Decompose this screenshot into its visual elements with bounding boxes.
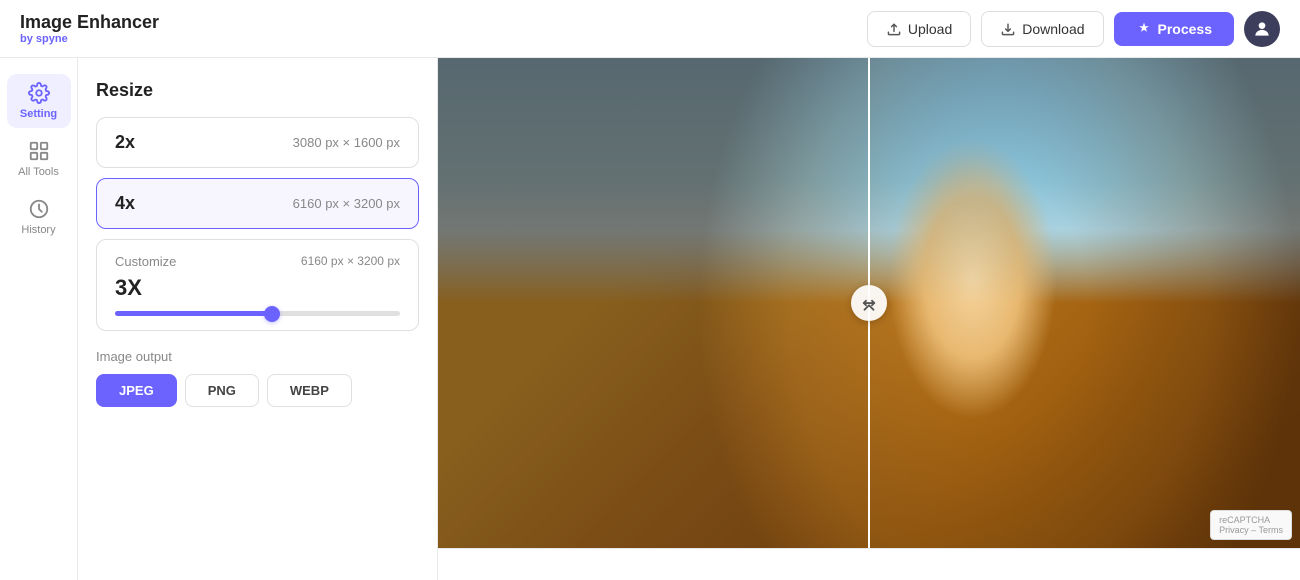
header-actions: Upload Download Process — [867, 11, 1280, 47]
avatar[interactable] — [1244, 11, 1280, 47]
slider-track[interactable] — [115, 311, 400, 316]
all-tools-icon — [28, 140, 50, 162]
format-png-button[interactable]: PNG — [185, 374, 259, 407]
image-canvas: reCAPTCHAPrivacy – Terms — [438, 58, 1300, 548]
resize-4x-label: 4x — [115, 193, 135, 214]
sidebar-all-tools-label: All Tools — [18, 166, 59, 178]
upload-icon — [886, 21, 902, 37]
customize-value: 3X — [115, 275, 400, 301]
format-buttons: JPEG PNG WEBP — [96, 374, 419, 407]
resize-2x-label: 2x — [115, 132, 135, 153]
slider-fill — [115, 311, 272, 316]
logo-title: Image Enhancer — [20, 12, 159, 33]
panel-title: Resize — [96, 80, 419, 101]
format-jpeg-button[interactable]: JPEG — [96, 374, 177, 407]
resize-2x-dims: 3080 px × 1600 px — [293, 135, 400, 150]
format-webp-button[interactable]: WEBP — [267, 374, 352, 407]
upload-button[interactable]: Upload — [867, 11, 971, 47]
sidebar-setting-label: Setting — [20, 108, 57, 120]
resize-4x-dims: 6160 px × 3200 px — [293, 196, 400, 211]
header: Image Enhancer by spyne Upload Download … — [0, 0, 1300, 58]
image-bottom-bar — [438, 548, 1300, 580]
sidebar-item-history[interactable]: History — [7, 190, 71, 244]
image-viewer: reCAPTCHAPrivacy – Terms — [438, 58, 1300, 580]
sidebar-item-all-tools[interactable]: All Tools — [7, 132, 71, 186]
customize-dims: 6160 px × 3200 px — [301, 254, 400, 268]
logo: Image Enhancer by spyne — [20, 12, 159, 45]
customize-box: Customize 6160 px × 3200 px 3X — [96, 239, 419, 331]
logo-sub: by spyne — [20, 33, 159, 45]
slider-thumb[interactable] — [264, 306, 280, 322]
download-icon — [1000, 21, 1016, 37]
history-icon — [28, 198, 50, 220]
user-icon — [1252, 19, 1272, 39]
customize-title: Customize — [115, 254, 176, 269]
resize-option-4x[interactable]: 4x 6160 px × 3200 px — [96, 178, 419, 229]
sidebar: Setting All Tools History — [0, 58, 78, 580]
comparison-arrows-icon — [860, 294, 878, 312]
customize-header: Customize 6160 px × 3200 px — [115, 254, 400, 269]
panel: Resize 2x 3080 px × 1600 px 4x 6160 px ×… — [78, 58, 438, 580]
sidebar-history-label: History — [21, 224, 55, 236]
download-button[interactable]: Download — [981, 11, 1103, 47]
resize-option-2x[interactable]: 2x 3080 px × 1600 px — [96, 117, 419, 168]
main-layout: Setting All Tools History Resize 2x 3080… — [0, 58, 1300, 580]
sidebar-item-setting[interactable]: Setting — [7, 74, 71, 128]
process-button[interactable]: Process — [1114, 12, 1234, 46]
recaptcha: reCAPTCHAPrivacy – Terms — [1210, 510, 1292, 540]
output-label: Image output — [96, 349, 419, 364]
process-icon — [1136, 21, 1152, 37]
gear-icon — [28, 82, 50, 104]
comparison-handle[interactable] — [851, 285, 887, 321]
